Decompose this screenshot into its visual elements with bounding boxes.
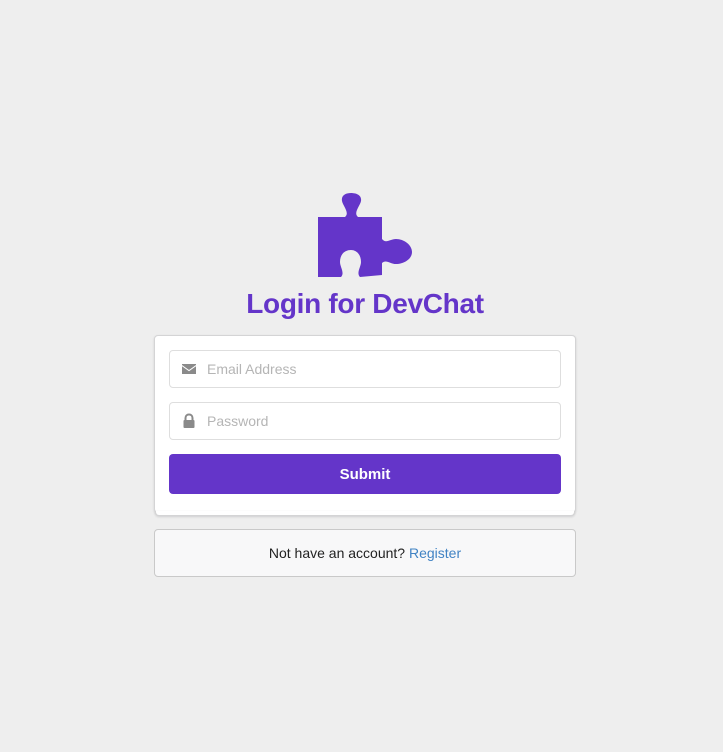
page-title: Login for DevChat <box>246 288 484 319</box>
register-message: Not have an account? Register <box>154 529 576 577</box>
lock-icon <box>183 413 195 428</box>
card-stack-edge <box>155 511 575 516</box>
envelope-icon <box>182 364 196 374</box>
register-link[interactable]: Register <box>409 545 461 561</box>
submit-button[interactable]: Submit <box>169 454 561 494</box>
password-input[interactable] <box>207 403 547 439</box>
register-prompt: Not have an account? <box>268 545 406 561</box>
email-input[interactable] <box>207 351 547 387</box>
puzzle-piece-icon <box>318 193 412 277</box>
password-field[interactable] <box>169 402 561 440</box>
login-page: Login for DevChat Submit Not have an acc… <box>0 0 723 752</box>
login-form-card: Submit <box>154 335 576 513</box>
email-field[interactable] <box>169 350 561 388</box>
